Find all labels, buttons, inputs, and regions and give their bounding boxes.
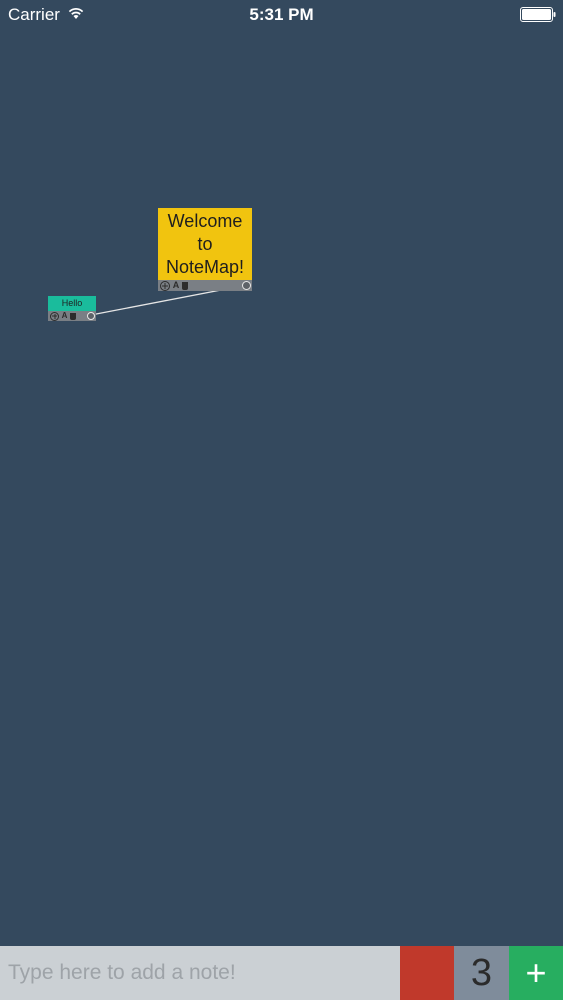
bottom-toolbar: 3 + — [0, 946, 563, 1000]
move-icon[interactable] — [160, 280, 170, 291]
note-color-button[interactable] — [400, 946, 454, 1000]
move-icon[interactable] — [50, 311, 59, 321]
note-canvas[interactable]: Welcome to NoteMap! A Hello A — [0, 30, 563, 946]
trash-icon[interactable] — [182, 281, 188, 290]
link-handle-icon[interactable] — [242, 281, 251, 290]
link-handle-icon[interactable] — [87, 312, 95, 320]
note-toolbar: A — [158, 280, 252, 291]
new-note-input[interactable] — [0, 946, 400, 1000]
note-text[interactable]: Hello — [48, 296, 96, 311]
battery-icon — [520, 7, 556, 22]
note-welcome[interactable]: Welcome to NoteMap! A — [158, 208, 252, 291]
font-size-button[interactable]: 3 — [454, 946, 509, 1000]
status-bar: Carrier 5:31 PM — [0, 0, 563, 30]
note-toolbar: A — [48, 311, 96, 321]
clock: 5:31 PM — [249, 5, 314, 24]
font-icon[interactable]: A — [172, 281, 180, 290]
font-icon[interactable]: A — [61, 312, 68, 320]
note-text[interactable]: Welcome to NoteMap! — [158, 208, 252, 280]
add-note-button[interactable]: + — [509, 946, 563, 1000]
note-connection-line — [90, 284, 248, 316]
note-hello[interactable]: Hello A — [48, 296, 96, 321]
trash-icon[interactable] — [70, 312, 76, 320]
